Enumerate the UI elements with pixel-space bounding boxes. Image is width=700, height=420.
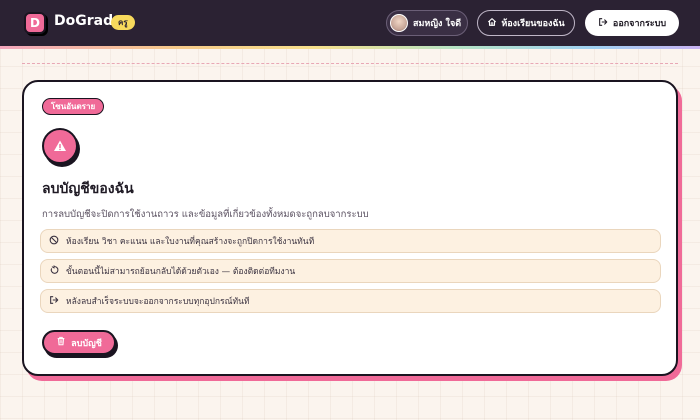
rainbow-divider — [0, 46, 700, 49]
info-item: หลังลบสำเร็จระบบจะออกจากระบบทุกอุปกรณ์ทั… — [40, 289, 661, 313]
logout-icon — [49, 295, 59, 308]
avatar — [390, 14, 408, 32]
info-item-text: ขั้นตอนนี้ไม่สามารถย้อนกลับได้ด้วยตัวเอง… — [66, 267, 296, 277]
dashed-divider — [22, 63, 678, 64]
logo-icon[interactable]: D — [24, 12, 46, 34]
my-classes-button[interactable]: ห้องเรียนของฉัน — [477, 10, 575, 36]
warning-icon — [42, 128, 78, 164]
user-name: สมหญิง ใจดี — [413, 19, 462, 29]
logout-button[interactable]: ออกจากระบบ — [585, 10, 679, 36]
page-description: การลบบัญชีจะปิดการใช้งานถาวร และข้อมูลที… — [42, 209, 369, 220]
top-navbar: D DoGrade ครู สมหญิง ใจดี ห้องเรียนของฉั… — [0, 0, 700, 46]
my-classes-label: ห้องเรียนของฉัน — [501, 19, 565, 29]
danger-zone-badge: โซนอันตราย — [42, 98, 105, 115]
role-badge: ครู — [111, 15, 135, 30]
undo-icon — [49, 264, 59, 278]
info-item-text: ห้องเรียน วิชา คะแนน และใบงานที่คุณสร้าง… — [66, 237, 315, 247]
prohibited-icon — [49, 235, 59, 248]
user-profile-chip[interactable]: สมหญิง ใจดี — [386, 10, 468, 36]
info-item-text: หลังลบสำเร็จระบบจะออกจากระบบทุกอุปกรณ์ทั… — [66, 297, 250, 307]
info-item: ขั้นตอนนี้ไม่สามารถย้อนกลับได้ด้วยตัวเอง… — [40, 259, 661, 283]
delete-account-card: โซนอันตราย ลบบัญชีของฉัน การลบบัญชีจะปิด… — [22, 80, 678, 376]
logout-label: ออกจากระบบ — [612, 19, 667, 29]
home-icon — [487, 17, 497, 30]
logout-icon — [598, 17, 608, 30]
info-item: ห้องเรียน วิชา คะแนน และใบงานที่คุณสร้าง… — [40, 229, 661, 253]
page-title: ลบบัญชีของฉัน — [42, 181, 134, 197]
delete-account-button[interactable]: ลบบัญชี — [42, 330, 116, 355]
trash-icon — [56, 336, 66, 349]
delete-button-label: ลบบัญชี — [71, 338, 102, 349]
